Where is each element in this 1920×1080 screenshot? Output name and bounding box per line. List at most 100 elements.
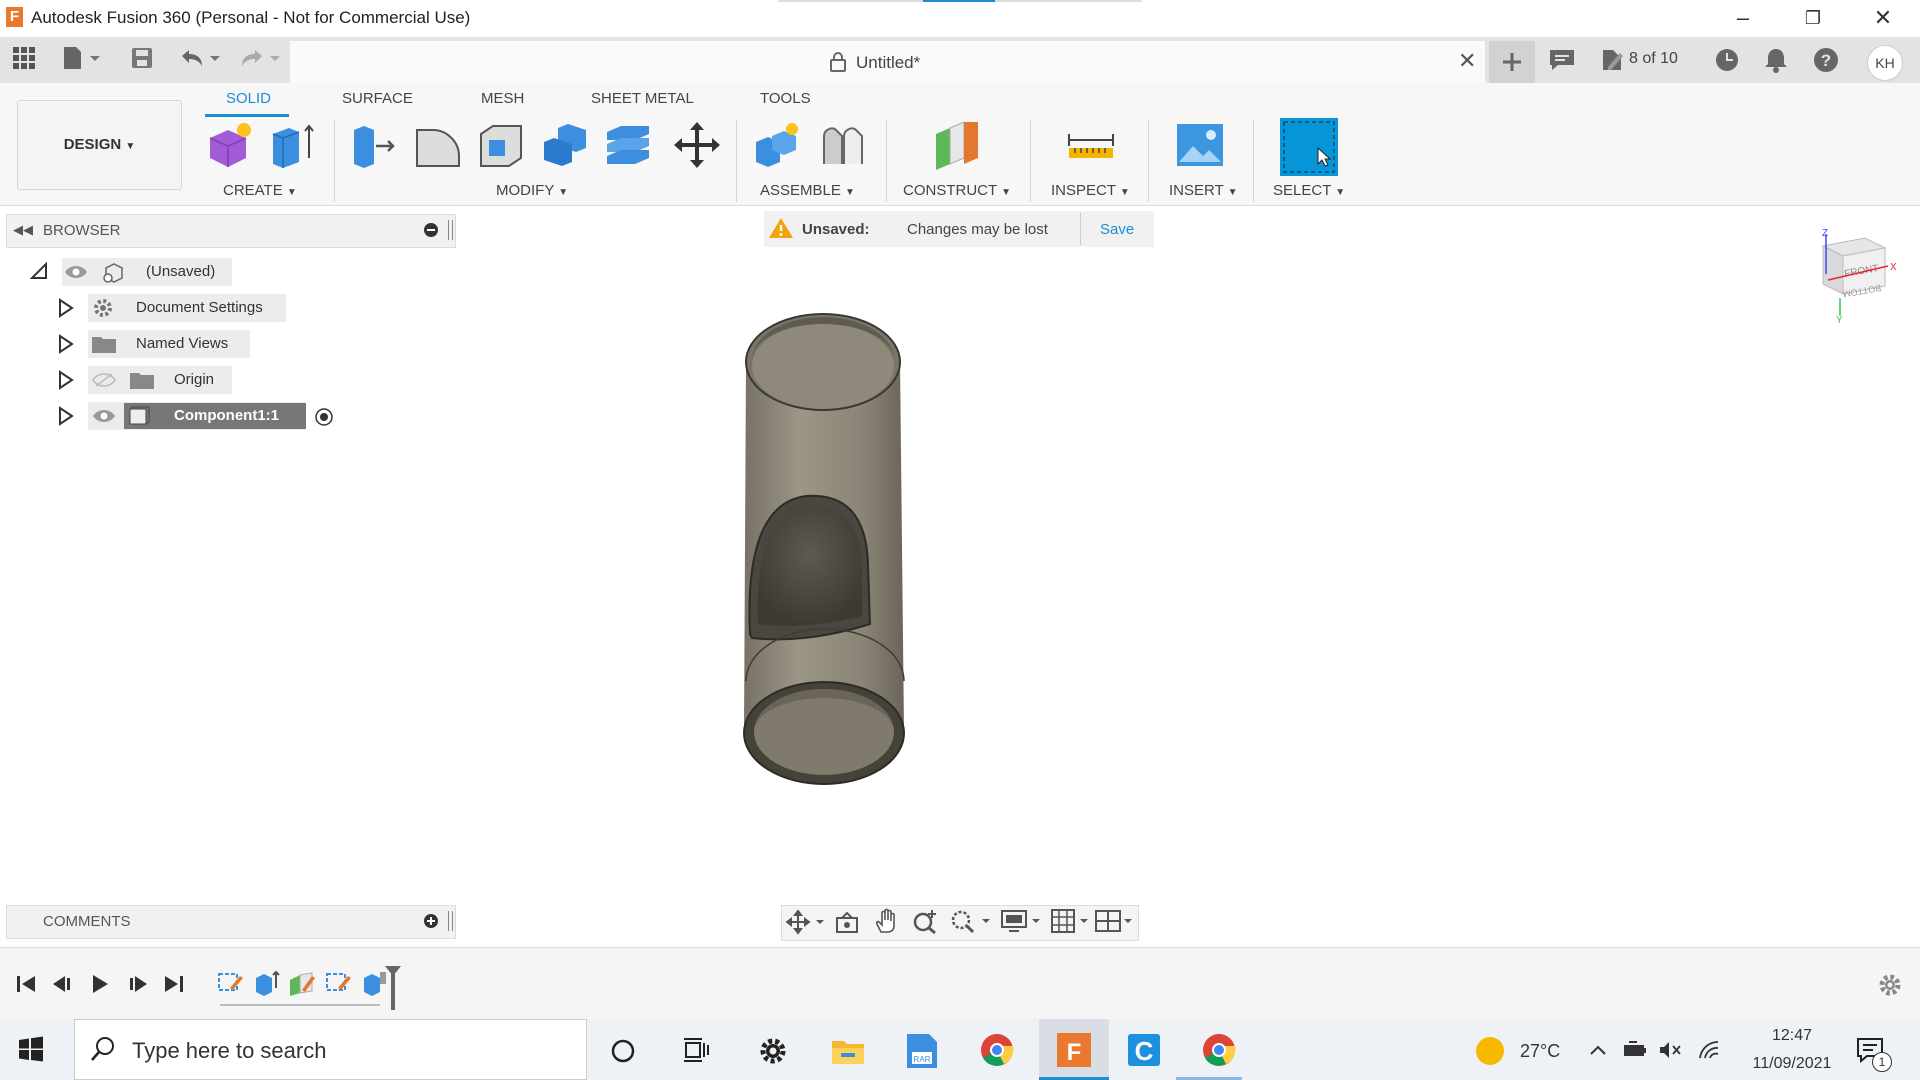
- settings-gear-icon[interactable]: [758, 1036, 788, 1071]
- press-pull-icon[interactable]: [350, 120, 400, 170]
- orbit-icon[interactable]: [785, 909, 826, 940]
- battery-icon[interactable]: [1622, 1040, 1648, 1065]
- tab-mesh[interactable]: MESH: [481, 90, 524, 107]
- tab-solid[interactable]: SOLID: [226, 90, 271, 107]
- go-to-start-icon[interactable]: [14, 972, 38, 1001]
- help-icon[interactable]: ?: [1813, 47, 1839, 78]
- timeline-marker[interactable]: [384, 964, 402, 1017]
- measure-icon[interactable]: [1066, 120, 1116, 170]
- display-settings-icon[interactable]: [1000, 908, 1042, 939]
- weather-sun-icon[interactable]: [1476, 1037, 1504, 1065]
- group-modify[interactable]: MODIFY ▼: [496, 182, 568, 199]
- activate-radio-icon[interactable]: [314, 407, 334, 432]
- hidden-eye-icon[interactable]: [92, 372, 116, 393]
- windows-start-icon[interactable]: [18, 1036, 44, 1067]
- chrome-icon-2[interactable]: [1202, 1033, 1236, 1072]
- workspace-switcher[interactable]: DESIGN ▼: [17, 100, 182, 190]
- task-view-icon[interactable]: [682, 1037, 710, 1068]
- viewcube[interactable]: FRONT BOTTOM X Z Y: [1818, 228, 1898, 329]
- joint-icon[interactable]: [818, 120, 868, 170]
- fillet-icon[interactable]: [413, 120, 463, 170]
- tab-surface[interactable]: SURFACE: [342, 90, 413, 107]
- notification-bell-icon[interactable]: [1764, 47, 1788, 78]
- grid-settings-icon[interactable]: [1050, 908, 1092, 939]
- group-select[interactable]: SELECT ▼: [1273, 182, 1345, 199]
- insert-image-icon[interactable]: [1175, 120, 1225, 170]
- fusion360-taskbar-icon[interactable]: F: [1055, 1031, 1093, 1074]
- save-link[interactable]: Save: [1100, 221, 1134, 238]
- viewports-icon[interactable]: [1094, 908, 1136, 939]
- minimize-button[interactable]: –: [1718, 4, 1768, 32]
- visibility-eye-icon[interactable]: [92, 408, 116, 429]
- offset-plane-icon[interactable]: [932, 120, 982, 170]
- expand-triangle-icon[interactable]: [58, 370, 74, 395]
- expand-triangle-icon[interactable]: [58, 334, 74, 359]
- tab-sheet-metal[interactable]: SHEET METAL: [591, 90, 694, 107]
- group-create[interactable]: CREATE ▼: [223, 182, 297, 199]
- combine-icon[interactable]: [540, 120, 590, 170]
- group-inspect[interactable]: INSPECT ▼: [1051, 182, 1130, 199]
- file-explorer-icon[interactable]: [830, 1035, 866, 1072]
- comment-icon[interactable]: [1548, 48, 1576, 77]
- collapse-triangle-icon[interactable]: [29, 261, 48, 285]
- pan-hand-icon[interactable]: [874, 908, 900, 939]
- ccleaner-icon[interactable]: C: [1126, 1032, 1162, 1073]
- new-assembly-component-icon[interactable]: [752, 120, 802, 170]
- collapse-browser-icon[interactable]: ◀◀: [13, 222, 33, 238]
- sketch-feature-icon-2[interactable]: [324, 968, 352, 1001]
- group-construct[interactable]: CONSTRUCT ▼: [903, 182, 1011, 199]
- cortana-icon[interactable]: [610, 1038, 636, 1069]
- plane-feature-icon[interactable]: [288, 968, 316, 1001]
- timeline-settings-gear-icon[interactable]: [1877, 972, 1903, 1003]
- play-icon[interactable]: [88, 972, 112, 1001]
- chrome-icon[interactable]: [980, 1033, 1014, 1072]
- restore-button[interactable]: ❐: [1788, 4, 1838, 32]
- browser-minimize-icon[interactable]: [424, 223, 438, 237]
- close-window-button[interactable]: ✕: [1858, 4, 1908, 32]
- zoom-icon[interactable]: [912, 908, 940, 939]
- extrude-icon[interactable]: [267, 120, 317, 170]
- user-avatar[interactable]: KH: [1867, 45, 1903, 81]
- expand-triangle-icon[interactable]: [58, 298, 74, 323]
- browser-grip-icon[interactable]: [448, 220, 453, 240]
- tab-tools[interactable]: TOOLS: [760, 90, 811, 107]
- close-tab-icon[interactable]: ✕: [1458, 48, 1476, 74]
- model-tube-body[interactable]: [736, 304, 916, 799]
- step-back-icon[interactable]: [50, 972, 74, 1001]
- history-clock-icon[interactable]: [1714, 47, 1740, 78]
- comments-expand-icon[interactable]: [424, 914, 438, 928]
- shell-icon[interactable]: [477, 120, 527, 170]
- clock-time[interactable]: 12:47: [1760, 1027, 1824, 1045]
- job-status-text[interactable]: 8 of 10: [1629, 50, 1678, 68]
- comments-grip-icon[interactable]: [448, 911, 453, 931]
- workspace-label: DESIGN: [63, 136, 122, 153]
- select-tool-icon[interactable]: [1280, 118, 1338, 176]
- look-at-icon[interactable]: [834, 910, 860, 939]
- group-assemble[interactable]: ASSEMBLE ▼: [760, 182, 855, 199]
- new-component-icon[interactable]: [204, 120, 254, 170]
- job-status-icon[interactable]: [1600, 47, 1626, 78]
- visibility-eye-icon[interactable]: [64, 264, 88, 285]
- offset-face-icon[interactable]: [603, 120, 653, 170]
- volume-muted-icon[interactable]: [1658, 1040, 1682, 1065]
- show-hidden-icons-icon[interactable]: [1588, 1040, 1608, 1065]
- go-to-end-icon[interactable]: [162, 972, 186, 1001]
- wifi-icon[interactable]: [1698, 1040, 1720, 1065]
- undo-icon[interactable]: [178, 46, 222, 75]
- expand-triangle-icon[interactable]: [58, 406, 74, 431]
- redo-icon[interactable]: [238, 46, 282, 75]
- extrude-feature-icon[interactable]: [252, 968, 280, 1001]
- data-panel-grid-icon[interactable]: [10, 46, 38, 74]
- svg-text:?: ?: [1821, 51, 1831, 70]
- zoom-window-icon[interactable]: [950, 908, 992, 939]
- sketch-feature-icon[interactable]: [216, 968, 244, 1001]
- weather-temperature[interactable]: 27°C: [1520, 1041, 1560, 1062]
- move-icon[interactable]: [672, 120, 722, 170]
- file-menu-icon[interactable]: [62, 46, 102, 75]
- group-insert[interactable]: INSERT ▼: [1169, 182, 1238, 199]
- step-forward-icon[interactable]: [126, 972, 150, 1001]
- clock-date[interactable]: 11/09/2021: [1730, 1055, 1854, 1073]
- new-tab-button[interactable]: [1489, 41, 1535, 83]
- winrar-icon[interactable]: RAR: [904, 1032, 940, 1075]
- save-icon[interactable]: [130, 46, 154, 75]
